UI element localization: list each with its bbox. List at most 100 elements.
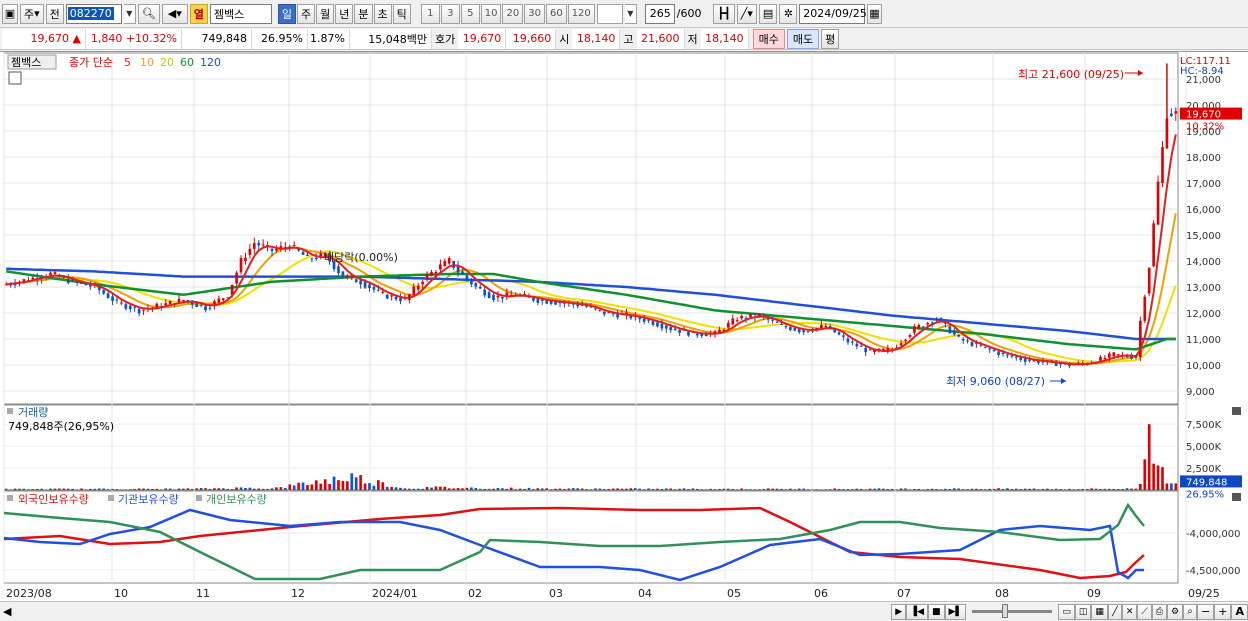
candle-body — [465, 275, 469, 280]
scroll-start-icon[interactable]: ▐◀ — [906, 603, 928, 620]
chart-scrollbar[interactable]: ◀ ▶ ▐◀ ■ ▶▌ ▭ ◫ ▦ ╱ ✕ ⟋ ⎙ ⚙ ⌕ − + A — [0, 601, 1248, 621]
volume-bar — [106, 489, 110, 490]
candle-body — [1019, 357, 1023, 360]
candle-body — [381, 291, 385, 293]
volume-panel[interactable] — [3, 404, 1179, 491]
volume-bar — [753, 489, 757, 490]
volume-bar — [133, 489, 137, 490]
candle-body — [137, 308, 141, 314]
interval-custom-field[interactable] — [596, 3, 623, 24]
volume-bar — [403, 488, 407, 490]
volume-close-icon[interactable] — [1232, 407, 1241, 415]
candle-body — [824, 325, 828, 328]
volume-bar — [797, 488, 801, 490]
buy-button[interactable]: 매수 — [752, 28, 785, 49]
interval-dropdown-icon[interactable]: ▼ — [624, 3, 637, 24]
period-toggle-button[interactable]: 주 ▾ — [20, 3, 44, 24]
interval-button-60[interactable]: 60 — [545, 3, 567, 24]
ma-legend-120: 120 — [200, 56, 221, 69]
volume-bar — [1063, 489, 1067, 490]
volume-pct-cell: 26.95% — [252, 28, 308, 49]
stock-chart-svg[interactable]: 9,000 10,000 11,000 12,000 13,000 14,000 15,00… — [0, 52, 1248, 602]
price-tick-label: 13,000 — [1186, 283, 1221, 294]
draw-cross-icon[interactable]: ✕ — [1121, 603, 1138, 620]
volume-bar — [385, 486, 389, 490]
speaker-icon[interactable]: ◀▾ — [161, 3, 188, 24]
chart-area[interactable]: 9,000 10,000 11,000 12,000 13,000 14,000 15,00… — [0, 51, 1248, 601]
line-tool-icon[interactable]: ╱▾ — [736, 3, 757, 24]
plus-icon[interactable]: + — [1214, 603, 1232, 620]
interval-button-1[interactable]: 1 — [420, 3, 440, 24]
volume-bar — [93, 488, 97, 490]
stop-icon[interactable]: ■ — [928, 603, 945, 620]
calendar-icon[interactable]: ▦ — [867, 3, 882, 24]
gear-icon[interactable]: ✲ — [779, 3, 798, 24]
print-icon[interactable]: ⎙ — [1151, 603, 1167, 620]
draw-trend-icon[interactable]: ⟋ — [1137, 603, 1152, 620]
period-button-6[interactable]: 틱 — [392, 3, 411, 24]
font-size-icon[interactable]: A — [1231, 603, 1248, 620]
ownership-close-icon[interactable] — [1232, 493, 1241, 501]
candle-body — [1103, 357, 1107, 360]
volume-bar — [758, 489, 761, 490]
save-icon[interactable]: ▤ — [758, 3, 778, 24]
candle-body — [306, 255, 309, 257]
split-icon[interactable]: ◫ — [1074, 603, 1092, 620]
zoom-slider[interactable] — [972, 604, 1053, 618]
draw-line-icon[interactable]: ╱ — [1107, 603, 1122, 620]
volume-bar — [877, 488, 881, 490]
calculator-icon[interactable] — [8, 71, 22, 85]
volume-current-value: 749,848 — [1186, 477, 1227, 488]
chart-menu-icon[interactable]: ▣ — [2, 3, 18, 24]
volume-bar — [173, 489, 176, 490]
interval-button-10[interactable]: 10 — [480, 3, 502, 24]
candle-body — [1174, 111, 1178, 114]
candle-body — [341, 271, 345, 278]
x-tick-label: 08 — [995, 587, 1009, 600]
zoom-icon[interactable]: ⌕ — [1183, 603, 1198, 620]
sector-badge[interactable]: 열 — [189, 3, 208, 24]
interval-button-5[interactable]: 5 — [460, 3, 480, 24]
settings-small-icon[interactable]: ⚙ — [1166, 603, 1184, 620]
ownership-panel[interactable] — [3, 490, 1179, 584]
prev-button[interactable]: 전 — [45, 3, 64, 24]
period-button-0[interactable]: 일 — [277, 3, 296, 24]
stock-name-field[interactable]: 젬백스 — [209, 3, 272, 24]
volume-bar — [664, 488, 668, 490]
volume-bar — [952, 488, 956, 490]
interval-button-30[interactable]: 30 — [524, 3, 545, 24]
tile-icon[interactable]: ▦ — [1091, 603, 1108, 620]
period-button-4[interactable]: 분 — [354, 3, 373, 24]
volume-bar — [390, 486, 393, 490]
scroll-left-icon[interactable]: ◀ — [0, 604, 14, 620]
period-button-3[interactable]: 년 — [335, 3, 354, 24]
candle-body — [594, 308, 597, 310]
volume-bar — [979, 489, 983, 490]
interval-button-120[interactable]: 120 — [567, 3, 595, 24]
stock-code-dropdown-icon[interactable]: ▼ — [123, 3, 136, 24]
interval-button-3[interactable]: 3 — [440, 3, 460, 24]
volume-bar — [571, 488, 575, 490]
scroll-right-icon[interactable]: ▶ — [891, 603, 907, 620]
candle-body — [842, 335, 845, 337]
period-button-1[interactable]: 주 — [297, 3, 316, 24]
volume-bar — [682, 488, 686, 490]
search-icon[interactable]: 🔍︎ — [137, 3, 160, 24]
sell-button[interactable]: 매도 — [786, 28, 820, 49]
volume-bar — [576, 488, 580, 490]
volume-bar — [40, 488, 43, 490]
date-input[interactable]: 2024/09/25 — [799, 3, 867, 24]
bar-count-input[interactable]: 265 — [644, 3, 675, 24]
layout-icon[interactable]: ▭ — [1058, 603, 1075, 620]
volume-bar — [137, 488, 141, 490]
minus-icon[interactable]: − — [1197, 603, 1215, 620]
scroll-end-icon[interactable]: ▶▌ — [944, 603, 967, 620]
period-button-5[interactable]: 초 — [373, 3, 392, 24]
stock-code-input[interactable]: 082270 — [65, 3, 122, 24]
volume-bar — [421, 488, 424, 490]
interval-button-20[interactable]: 20 — [502, 3, 524, 24]
candle-type-icon[interactable]: ┣┫ — [713, 3, 735, 24]
period-button-2[interactable]: 월 — [316, 3, 335, 24]
volume-bar — [558, 488, 562, 490]
eval-button[interactable]: 평 — [821, 28, 840, 49]
